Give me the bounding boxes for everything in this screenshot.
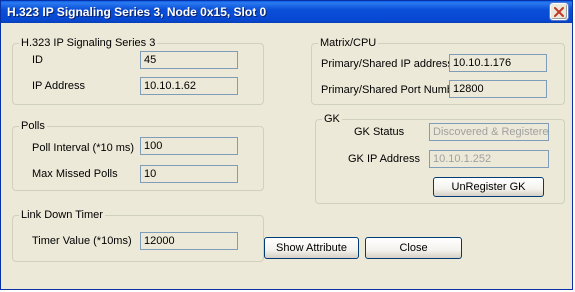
timer-value-input[interactable]: 12000 xyxy=(140,232,238,250)
dialog-window: H.323 IP Signaling Series 3, Node 0x15, … xyxy=(0,0,573,290)
gk-group: GK GK Status Discovered & Registered GK … xyxy=(315,113,565,204)
link-down-timer-group: Link Down Timer Timer Value (*10ms) 1200… xyxy=(12,209,264,262)
h323-group-legend: H.323 IP Signaling Series 3 xyxy=(19,37,158,50)
polls-group: Polls Poll Interval (*10 ms) 100 Max Mis… xyxy=(12,120,264,191)
close-button[interactable]: Close xyxy=(365,237,462,259)
window-close-button[interactable] xyxy=(550,3,568,20)
matrix-cpu-group: Matrix/CPU Primary/Shared IP address 10.… xyxy=(311,37,565,105)
primary-port-label: Primary/Shared Port Number xyxy=(321,84,463,96)
close-icon xyxy=(554,6,564,17)
gk-status-field: Discovered & Registered xyxy=(429,123,549,141)
window-title: H.323 IP Signaling Series 3, Node 0x15, … xyxy=(7,5,267,19)
h323-group: H.323 IP Signaling Series 3 ID 45 IP Add… xyxy=(12,37,264,105)
show-attribute-button[interactable]: Show Attribute xyxy=(264,237,359,259)
primary-port-field[interactable]: 12800 xyxy=(449,80,547,98)
poll-interval-input[interactable]: 100 xyxy=(140,137,238,155)
max-missed-polls-input[interactable]: 10 xyxy=(140,165,238,183)
ip-address-label: IP Address xyxy=(32,80,85,92)
gk-ip-address-label: GK IP Address xyxy=(348,153,420,165)
primary-ip-label: Primary/Shared IP address xyxy=(321,58,453,70)
id-label: ID xyxy=(32,54,43,66)
gk-group-legend: GK xyxy=(322,113,342,126)
gk-ip-address-field: 10.10.1.252 xyxy=(429,150,549,168)
unregister-gk-button[interactable]: UnRegister GK xyxy=(433,177,544,197)
title-bar[interactable]: H.323 IP Signaling Series 3, Node 0x15, … xyxy=(1,1,572,23)
gk-status-label: GK Status xyxy=(354,126,405,138)
max-missed-polls-label: Max Missed Polls xyxy=(32,168,118,180)
id-field[interactable]: 45 xyxy=(140,51,238,69)
timer-value-label: Timer Value (*10ms) xyxy=(32,235,132,247)
primary-ip-field[interactable]: 10.10.1.176 xyxy=(449,54,547,72)
ip-address-field[interactable]: 10.10.1.62 xyxy=(140,77,238,95)
poll-interval-label: Poll Interval (*10 ms) xyxy=(32,142,135,154)
matrix-cpu-legend: Matrix/CPU xyxy=(318,37,379,50)
polls-group-legend: Polls xyxy=(19,120,47,133)
link-down-timer-legend: Link Down Timer xyxy=(19,209,105,222)
